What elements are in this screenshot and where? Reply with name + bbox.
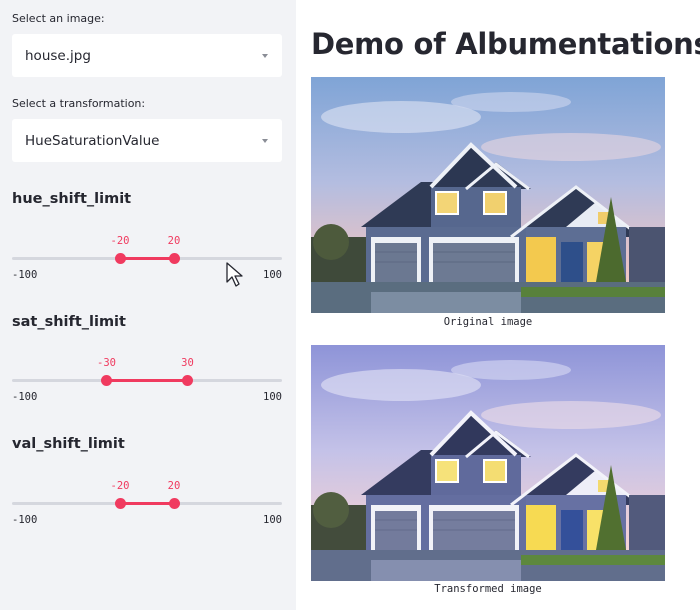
transform-select[interactable]: HueSaturationValue	[12, 119, 282, 162]
slider-range	[120, 502, 174, 505]
sat-shift-title: sat_shift_limit	[12, 314, 126, 330]
original-image-caption: Original image	[443, 316, 533, 328]
slider-high-value: 30	[181, 357, 194, 369]
chevron-down-icon	[262, 138, 268, 143]
hue-shift-title: hue_shift_limit	[12, 191, 132, 207]
page-title: Demo of Albumentations	[311, 27, 700, 61]
chevron-down-icon	[262, 53, 268, 58]
slider-max-label: 100	[263, 391, 282, 403]
slider-high-value: 20	[167, 480, 181, 492]
transformed-image	[311, 345, 665, 581]
transform-select-label: Select a transformation:	[12, 97, 146, 110]
slider-min-label: -100	[12, 391, 38, 403]
house-illustration	[311, 345, 665, 581]
slider-high-thumb[interactable]	[168, 498, 180, 509]
slider-min-label: -100	[12, 269, 38, 281]
val-shift-slider[interactable]: -20 20 -100 100	[12, 480, 282, 540]
image-select-value: house.jpg	[25, 47, 91, 64]
slider-high-thumb[interactable]	[182, 375, 193, 386]
slider-low-value: -20	[110, 480, 130, 492]
slider-low-thumb[interactable]	[114, 498, 126, 509]
val-shift-title: val_shift_limit	[12, 436, 125, 452]
slider-high-thumb[interactable]	[168, 253, 180, 264]
slider-low-value: -20	[110, 235, 130, 247]
slider-high-value: 20	[167, 235, 181, 247]
slider-range	[106, 379, 188, 382]
image-select-label: Select an image:	[12, 12, 105, 25]
slider-max-label: 100	[263, 269, 282, 281]
transformed-image-caption: Transformed image	[434, 583, 542, 595]
slider-low-value: -30	[97, 357, 116, 369]
image-select[interactable]: house.jpg	[12, 34, 282, 77]
original-image	[311, 77, 665, 313]
slider-min-label: -100	[12, 514, 38, 526]
house-illustration	[311, 77, 665, 313]
sidebar: Select an image: house.jpg Select a tran…	[0, 0, 296, 610]
slider-low-thumb[interactable]	[101, 375, 112, 386]
slider-range	[120, 257, 174, 260]
transform-select-value: HueSaturationValue	[25, 132, 160, 149]
slider-max-label: 100	[263, 514, 282, 526]
mouse-cursor-icon	[226, 262, 243, 287]
sat-shift-slider[interactable]: -30 30 -100 100	[12, 357, 282, 417]
slider-low-thumb[interactable]	[114, 253, 126, 264]
